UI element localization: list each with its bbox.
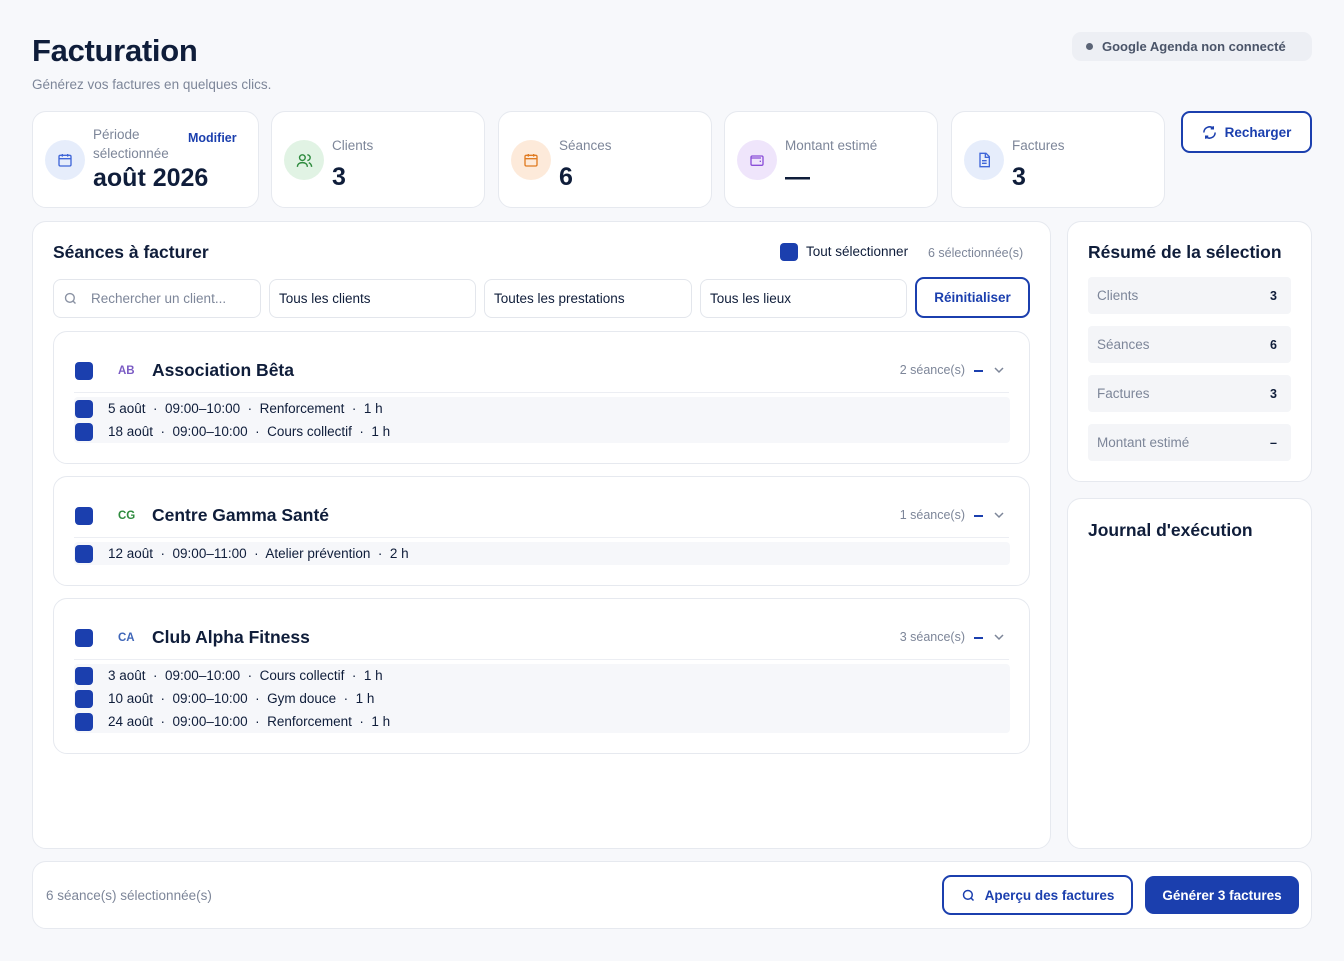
filter-lieux-select[interactable]: Tous les lieux: [700, 279, 907, 318]
stat-label: Période sélectionnée: [93, 127, 169, 161]
stat-value: 3: [332, 163, 346, 191]
footer-selected-text: 6 séance(s) sélectionnée(s): [46, 888, 212, 903]
divider: [74, 392, 1009, 393]
summary-row-factures: Factures 3: [1088, 375, 1291, 412]
chevron-down-icon[interactable]: [993, 631, 1005, 643]
generate-invoices-button[interactable]: Générer 3 factures: [1145, 876, 1299, 914]
stat-value: août 2026: [93, 164, 209, 192]
client-name: Association Bêta: [152, 360, 294, 380]
session-row: 3 août · 09:00–10:00 · Cours collectif ·…: [108, 668, 383, 683]
client-name: Centre Gamma Santé: [152, 505, 330, 525]
client-avatar: CG: [118, 510, 136, 522]
client-group: CG Centre Gamma Santé 1 séance(s) 12 aoû…: [53, 476, 1030, 586]
stat-card-seances: Séances 6: [498, 111, 712, 208]
filter-clients-select[interactable]: Tous les clients: [269, 279, 476, 318]
journal-panel: [1067, 498, 1312, 849]
search-icon: [962, 889, 974, 901]
summary-title: Résumé de la sélection: [1088, 242, 1282, 262]
status-dot-icon: [1086, 43, 1093, 50]
calendar-icon: [45, 140, 85, 180]
google-agenda-status-badge[interactable]: Google Agenda non connecté: [1072, 32, 1312, 61]
summary-row-seances: Séances 6: [1088, 326, 1291, 363]
group-checkbox[interactable]: [75, 629, 93, 647]
document-icon: [964, 140, 1004, 180]
stat-card-clients: Clients 3: [271, 111, 485, 208]
sessions-panel-title: Séances à facturer: [53, 242, 209, 262]
preview-button-label: Aperçu des factures: [984, 887, 1115, 903]
filter-prestations-select[interactable]: Toutes les prestations: [484, 279, 692, 318]
selected-count: 6 sélectionnée(s): [928, 246, 1024, 260]
session-checkbox[interactable]: [75, 667, 93, 685]
google-agenda-status-text: Google Agenda non connecté: [1102, 39, 1286, 54]
session-checkbox[interactable]: [75, 423, 93, 441]
session-row: 24 août · 09:00–10:00 · Renforcement · 1…: [108, 714, 391, 729]
group-checkbox[interactable]: [75, 362, 93, 380]
client-avatar: AB: [118, 365, 135, 377]
summary-value: –: [1270, 435, 1277, 450]
calendar-icon: [511, 140, 551, 180]
session-checkbox[interactable]: [75, 545, 93, 563]
filter-prestations-value: Toutes les prestations: [494, 291, 625, 306]
chevron-down-icon[interactable]: [993, 364, 1005, 376]
reload-button[interactable]: Recharger: [1181, 111, 1312, 153]
stat-value: —: [785, 163, 810, 191]
search-icon: [64, 292, 76, 304]
page-subtitle: Générez vos factures en quelques clics.: [32, 77, 272, 92]
stat-label: Séances: [559, 138, 612, 153]
stat-value: 3: [1012, 163, 1026, 191]
amount-dash: [974, 637, 983, 639]
stat-card-factures: Factures 3: [951, 111, 1165, 208]
summary-row-montant: Montant estimé –: [1088, 424, 1291, 461]
summary-label: Montant estimé: [1097, 435, 1190, 450]
wallet-icon: [737, 140, 777, 180]
session-checkbox[interactable]: [75, 713, 93, 731]
select-all-label: Tout sélectionner: [806, 244, 909, 259]
users-icon: [284, 140, 324, 180]
summary-value: 3: [1270, 386, 1277, 401]
stat-card-montant: Montant estimé —: [724, 111, 938, 208]
reset-button[interactable]: Réinitialiser: [915, 277, 1030, 318]
preview-invoices-button[interactable]: Aperçu des factures: [942, 875, 1133, 915]
session-row: 12 août · 09:00–11:00 · Atelier préventi…: [108, 546, 409, 561]
divider: [74, 659, 1009, 660]
session-checkbox[interactable]: [75, 690, 93, 708]
stat-label: Factures: [1012, 138, 1065, 153]
group-checkbox[interactable]: [75, 507, 93, 525]
summary-label: Séances: [1097, 337, 1150, 352]
stat-card-period: Période sélectionnée Modifier août 2026: [32, 111, 259, 208]
client-name: Club Alpha Fitness: [152, 627, 310, 647]
modify-period-link[interactable]: Modifier: [188, 131, 237, 145]
select-all-checkbox[interactable]: [780, 243, 798, 261]
client-avatar: CA: [118, 632, 135, 644]
search-placeholder: Rechercher un client...: [91, 291, 227, 306]
summary-label: Clients: [1097, 288, 1139, 303]
search-client-input[interactable]: Rechercher un client...: [53, 279, 261, 318]
page-title: Facturation: [32, 33, 198, 68]
session-count: 2 séance(s): [899, 363, 965, 377]
filter-lieux-value: Tous les lieux: [710, 291, 792, 306]
filter-clients-value: Tous les clients: [279, 291, 371, 306]
reload-button-label: Recharger: [1224, 124, 1292, 140]
client-group: AB Association Bêta 2 séance(s) 5 août ·…: [53, 331, 1030, 464]
journal-title: Journal d'exécution: [1088, 520, 1253, 540]
amount-dash: [974, 515, 983, 517]
refresh-icon: [1202, 125, 1216, 139]
amount-dash: [974, 370, 983, 372]
summary-row-clients: Clients 3: [1088, 277, 1291, 314]
client-group: CA Club Alpha Fitness 3 séance(s) 3 août…: [53, 598, 1030, 754]
summary-value: 3: [1270, 288, 1277, 303]
stat-value: 6: [559, 163, 573, 191]
summary-value: 6: [1270, 337, 1277, 352]
session-count: 3 séance(s): [899, 630, 965, 644]
divider: [74, 537, 1009, 538]
session-row: 5 août · 09:00–10:00 · Renforcement · 1 …: [108, 401, 383, 416]
stat-label: Clients: [332, 138, 374, 153]
session-row: 18 août · 09:00–10:00 · Cours collectif …: [108, 424, 391, 439]
session-checkbox[interactable]: [75, 400, 93, 418]
session-row: 10 août · 09:00–10:00 · Gym douce · 1 h: [108, 691, 375, 706]
summary-label: Factures: [1097, 386, 1150, 401]
chevron-down-icon[interactable]: [993, 509, 1005, 521]
stat-label: Montant estimé: [785, 138, 878, 153]
session-count: 1 séance(s): [899, 508, 965, 522]
